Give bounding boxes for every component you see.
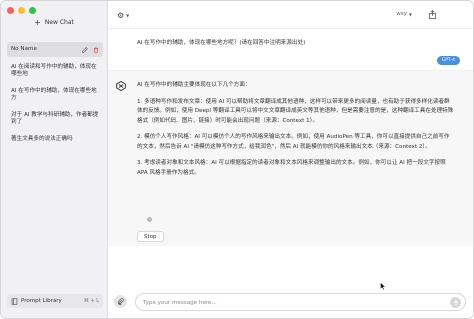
- chat-item-label: 对于 AI 教学与科研辅助，作者都提到了: [11, 112, 99, 125]
- prompt-library-shortcut: ⌘ + L: [83, 298, 99, 304]
- user-message: AI 在写作中的辅助，体现在哪些地方呢？(请在回答中注明来源出处): [137, 40, 306, 46]
- chat-item-actions: [82, 46, 99, 53]
- chevron-down-icon: ▼: [126, 13, 130, 18]
- paperclip-icon: [117, 298, 124, 305]
- minimize-window-button[interactable]: [18, 7, 25, 14]
- answer-paragraph: 3. 考虑读者对象和文本风格：AI 可以根据指定的读者对象和文本风格来调整输出的…: [137, 160, 446, 176]
- send-button[interactable]: [450, 297, 461, 308]
- trash-icon[interactable]: [93, 46, 99, 53]
- user-message-block: AI 在写作中的辅助，体现在哪些地方呢？(请在回答中注明来源出处) GPT-4: [108, 29, 473, 71]
- chevron-down-icon: ▼: [408, 11, 412, 17]
- chat-item[interactable]: AI 在阅读和写作中的辅助，体现在哪些地: [7, 61, 103, 81]
- chat-item-active[interactable]: No Name: [7, 42, 103, 57]
- chat-item[interactable]: 对于 AI 教学与科研辅助，作者都提到了: [7, 109, 103, 129]
- chat-item[interactable]: AI 在写作中的辅助，体现在哪些地方: [7, 85, 103, 105]
- book-icon: [11, 297, 18, 305]
- main-panel: ⚙ ▼ wsy ▼ AI 在写作中的辅助，体现在哪些地方呢？(请在回答中注明来源…: [108, 1, 473, 318]
- prompt-library-button[interactable]: Prompt Library ⌘ + L: [7, 294, 103, 308]
- answer-paragraph: 2. 模仿个人写作风格：AI 可以模仿个人的写作风格来输出文本。例如，使用 Au…: [137, 134, 450, 150]
- chat-item-label: AI 在写作中的辅助，体现在哪些地方: [11, 88, 97, 101]
- answer-paragraph: 1. 多语种写作和发布文章：使用 AI 可以帮助将文章翻译成其他语种，这样可以带…: [137, 98, 454, 124]
- window-controls: [7, 7, 36, 14]
- sidebar: + New Chat No Name AI 在阅读和写作中的辅助，体现在哪些地: [1, 1, 108, 318]
- chat-list: No Name AI 在阅读和写作中的辅助，体现在哪些地 AI 在写作中的辅助，…: [7, 42, 103, 150]
- attach-button[interactable]: [114, 295, 127, 308]
- user-name: wsy: [396, 11, 407, 17]
- assistant-answer: AI 在写作中的辅助主要体现在以下几个方面： 1. 多语种写作和发布文章：使用 …: [137, 81, 455, 185]
- message-input[interactable]: [143, 297, 433, 308]
- message-input-box: [135, 293, 466, 311]
- new-chat-button[interactable]: + New Chat: [7, 15, 101, 30]
- prompt-library-label: Prompt Library: [21, 298, 62, 304]
- mouse-cursor-icon: [380, 282, 386, 290]
- stop-button[interactable]: Stop: [137, 231, 164, 242]
- chat-item-label: No Name: [11, 46, 37, 52]
- chat-item-label: 著生文具多的说法正确吗: [11, 136, 73, 142]
- close-window-button[interactable]: [7, 7, 14, 14]
- share-icon[interactable]: [428, 10, 437, 19]
- gear-icon: ⚙: [117, 11, 125, 20]
- assistant-message-block: AI 在写作中的辅助主要体现在以下几个方面： 1. 多语种写作和发布文章：使用 …: [108, 71, 473, 246]
- user-menu[interactable]: wsy ▼: [396, 11, 412, 17]
- app-window: + New Chat No Name AI 在阅读和写作中的辅助，体现在哪些地: [0, 0, 474, 319]
- input-area: [108, 288, 473, 318]
- answer-paragraph: AI 在写作中的辅助主要体现在以下几个方面：: [137, 82, 251, 88]
- zoom-window-button[interactable]: [29, 7, 36, 14]
- chat-item-label: AI 在阅读和写作中的辅助，体现在哪些地: [11, 64, 97, 77]
- chat-item[interactable]: 著生文具多的说法正确吗: [7, 133, 103, 146]
- topbar: ⚙ ▼ wsy ▼: [108, 1, 473, 29]
- arrow-up-icon: [453, 299, 458, 305]
- prompt-library-left: Prompt Library: [11, 297, 62, 305]
- settings-menu-button[interactable]: ⚙ ▼: [117, 11, 129, 20]
- edit-icon[interactable]: [82, 46, 88, 53]
- new-chat-label: New Chat: [44, 19, 74, 26]
- assistant-avatar-icon: [116, 81, 126, 91]
- typing-indicator: [147, 217, 152, 222]
- model-badge: GPT-4: [436, 56, 460, 65]
- plus-icon: +: [34, 17, 41, 27]
